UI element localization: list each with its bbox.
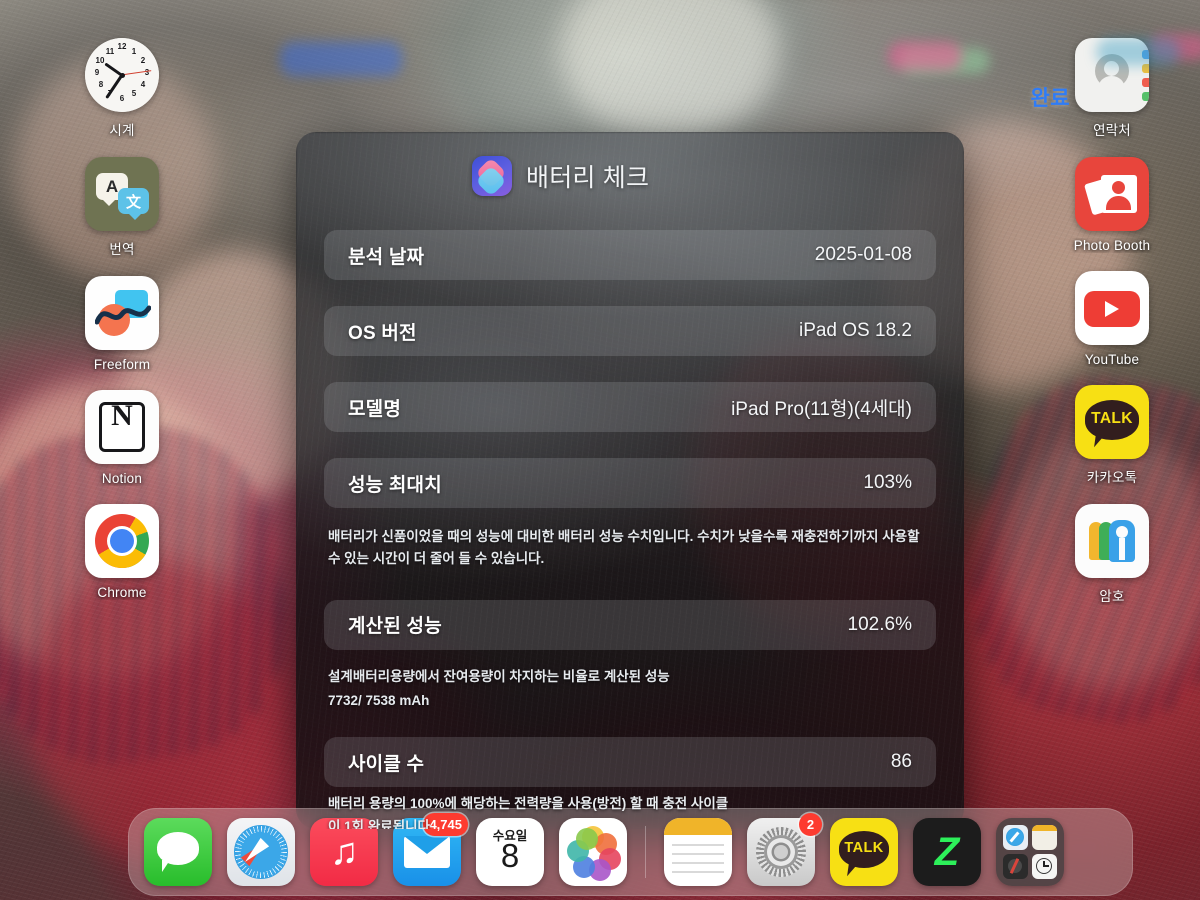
app-icon-chrome[interactable]: Chrome bbox=[62, 504, 182, 600]
app-icon-photobooth[interactable]: Photo Booth bbox=[1052, 157, 1172, 253]
calendar-day: 8 bbox=[500, 837, 520, 874]
clock-icon: 12 1 2 3 4 5 6 7 8 9 10 11 bbox=[85, 38, 159, 112]
row-label: 사이클 수 bbox=[348, 753, 425, 775]
dock-app-folder[interactable] bbox=[996, 818, 1064, 886]
dock-app-messages[interactable] bbox=[144, 818, 212, 886]
folder-mini-notes bbox=[1032, 825, 1057, 850]
dock-app-safari[interactable] bbox=[227, 818, 295, 886]
table-row: 분석 날짜 2025-01-08 bbox=[324, 230, 936, 280]
row-value: 102.6% bbox=[847, 613, 912, 635]
cycle-note-line: 이 1회 완료됩니다. bbox=[328, 819, 434, 829]
notion-icon: N bbox=[85, 390, 159, 464]
app-icon-passwords[interactable]: 암호 bbox=[1052, 504, 1172, 605]
app-label: 암호 bbox=[1099, 589, 1125, 604]
freeform-icon bbox=[85, 276, 159, 350]
home-icons-right-column: 연락처 Photo Booth YouTube TALK 카카오톡 암호 bbox=[1052, 38, 1172, 623]
cycle-note-line: 배터리 용량의 100%에 해당하는 전력량을 사용(방전) 할 때 충전 사이… bbox=[328, 796, 729, 812]
row-value: iPad Pro(11형)(4세대) bbox=[731, 398, 912, 420]
app-label: Notion bbox=[101, 471, 143, 486]
row-label: OS 버전 bbox=[348, 322, 417, 344]
row-value: 86 bbox=[890, 751, 912, 773]
cycle-count-note: 배터리 용량의 100%에 해당하는 전력량을 사용(방전) 할 때 충전 사이… bbox=[328, 793, 936, 829]
app-label: Freeform bbox=[93, 357, 151, 372]
panel-header: 배터리 체크 bbox=[472, 156, 936, 196]
app-folder-icon bbox=[996, 818, 1064, 886]
safari-icon bbox=[227, 818, 295, 886]
folder-mini-clock bbox=[1032, 854, 1057, 879]
contacts-icon bbox=[1075, 38, 1149, 112]
row-value: iPad OS 18.2 bbox=[798, 320, 912, 341]
passwords-icon bbox=[1075, 504, 1149, 578]
app-icon-youtube[interactable]: YouTube bbox=[1052, 271, 1172, 367]
app-label: 연락처 bbox=[1093, 123, 1131, 138]
table-row: 사이클 수 86 bbox=[324, 737, 936, 788]
row-label: 분석 날짜 bbox=[348, 246, 425, 268]
app-label: 카카오톡 bbox=[1086, 470, 1138, 485]
app-icon-translate[interactable]: A 文 번역 bbox=[62, 157, 182, 258]
app-icon-clock[interactable]: 12 1 2 3 4 5 6 7 8 9 10 11 시계 bbox=[62, 38, 182, 139]
panel-title: 배터리 체크 bbox=[526, 164, 650, 192]
home-icons-left-column: 12 1 2 3 4 5 6 7 8 9 10 11 시계 A 文 번역 bbox=[62, 38, 182, 618]
messages-icon bbox=[144, 818, 212, 886]
row-label: 계산된 성능 bbox=[348, 616, 442, 638]
app-icon-kakaotalk[interactable]: TALK 카카오톡 bbox=[1052, 385, 1172, 486]
row-value: 2025-01-08 bbox=[814, 244, 912, 265]
folder-mini-compass bbox=[1003, 854, 1028, 879]
dock-separator bbox=[645, 826, 646, 878]
table-row: 성능 최대치 103% bbox=[324, 458, 936, 508]
youtube-icon bbox=[1075, 271, 1149, 345]
calculated-note-title: 설계배터리용량에서 잔여용량이 차지하는 비율로 계산된 성능 bbox=[328, 668, 670, 684]
app-icon-contacts[interactable]: 연락처 bbox=[1052, 38, 1172, 139]
app-label: 시계 bbox=[109, 123, 135, 138]
table-row: 모델명 iPad Pro(11형)(4세대) bbox=[324, 382, 936, 432]
shortcut-result-panel: 배터리 체크 분석 날짜 2025-01-08 OS 버전 iPad OS 18… bbox=[296, 132, 964, 829]
calculated-note-capacity: 7732/ 7538 mAh bbox=[328, 692, 430, 708]
app-label: YouTube bbox=[1084, 352, 1140, 367]
kakaotalk-icon: TALK bbox=[1075, 385, 1149, 459]
table-row: 계산된 성능 102.6% bbox=[324, 599, 936, 650]
app-icon-freeform[interactable]: Freeform bbox=[62, 276, 182, 372]
max-performance-note: 배터리가 신품이었을 때의 성능에 대비한 배터리 성능 수치입니다. 수치가 … bbox=[328, 529, 920, 566]
row-label: 성능 최대치 bbox=[348, 474, 442, 496]
row-value: 103% bbox=[863, 472, 912, 493]
app-label: Chrome bbox=[97, 585, 147, 600]
chrome-icon bbox=[85, 504, 159, 578]
translate-icon: A 文 bbox=[85, 157, 159, 231]
shortcuts-icon bbox=[472, 156, 512, 196]
app-label: Photo Booth bbox=[1073, 238, 1151, 253]
done-button[interactable]: 완료 bbox=[1031, 82, 1070, 112]
photobooth-icon bbox=[1075, 157, 1149, 231]
app-icon-notion[interactable]: N Notion bbox=[62, 390, 182, 486]
row-label: 모델명 bbox=[348, 398, 402, 420]
app-label: 번역 bbox=[109, 242, 135, 257]
folder-mini-safari bbox=[1003, 825, 1028, 850]
table-row: OS 버전 iPad OS 18.2 bbox=[324, 306, 936, 356]
calculated-performance-note: 설계배터리용량에서 잔여용량이 차지하는 비율로 계산된 성능 7732/ 75… bbox=[328, 666, 928, 712]
